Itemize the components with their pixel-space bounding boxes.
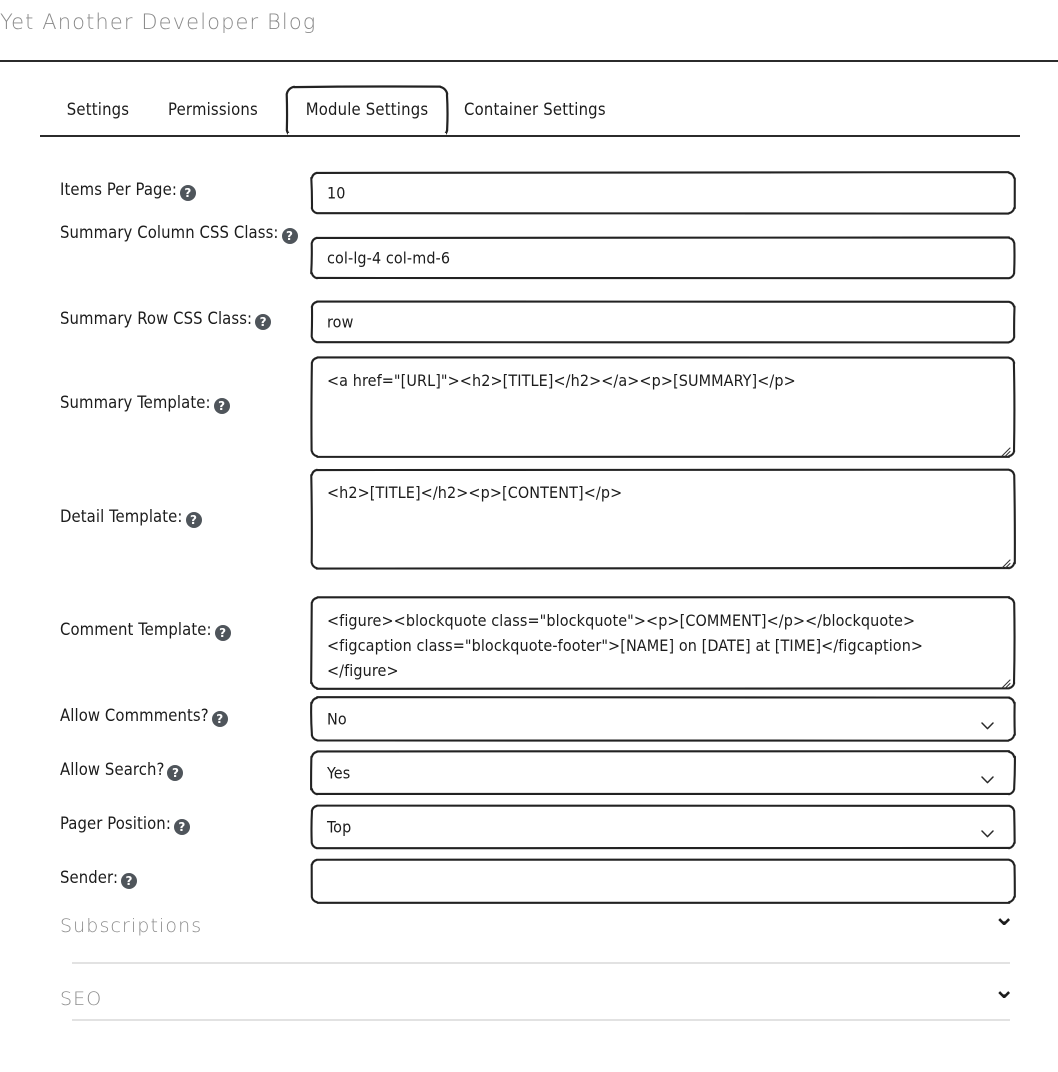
tab-bar: Settings Permissions Module Settings Contai…	[40, 85, 1020, 141]
accordion-title: SEO	[60, 988, 103, 1010]
help-icon[interactable]: ?	[214, 625, 231, 641]
field-label-summary-template: Summary Template:?	[60, 389, 300, 417]
input-summary-column-css-class[interactable]: col-lg-4 col-md-6	[310, 236, 1016, 280]
accordion-divider	[72, 1019, 1010, 1021]
chevron-down-icon[interactable]	[981, 715, 994, 730]
textarea-detail-template[interactable]: <h2>[TITLE]</h2><p>[CONTENT]</p>	[310, 468, 1016, 570]
help-icon[interactable]: ?	[173, 819, 190, 835]
field-label-allow-search: Allow Search??	[60, 756, 300, 784]
field-label-text: Detail Template:	[60, 507, 183, 526]
field-label-text: Summary Row CSS Class:	[60, 309, 253, 328]
textarea-comment-template[interactable]: <figure><blockquote class="blockquote"><…	[310, 596, 1016, 690]
header-divider	[0, 60, 1058, 62]
field-label-pager-position: Pager Position:?	[60, 810, 300, 838]
accordion-header-subscriptions[interactable]: Subscriptions ⌄	[60, 904, 1015, 949]
sketch-border	[310, 858, 1016, 904]
help-icon[interactable]: ?	[281, 228, 298, 244]
chevron-down-icon[interactable]: ⌄	[993, 977, 1015, 1003]
chevron-down-icon[interactable]	[981, 769, 994, 784]
field-value: No	[327, 709, 347, 729]
field-label-text: Summary Template:	[60, 393, 211, 412]
tab-label: Module Settings	[305, 100, 429, 119]
field-label-text: Sender:	[60, 868, 119, 887]
help-icon[interactable]: ?	[179, 185, 196, 201]
field-label-text: Comment Template:	[60, 620, 212, 639]
tab-label: Permissions	[168, 100, 258, 119]
field-value: <h2>[TITLE]</h2><p>[CONTENT]</p>	[327, 483, 623, 502]
field-label-items-per-page: Items Per Page:?	[60, 176, 300, 204]
help-icon[interactable]: ?	[185, 512, 202, 528]
accordion-title: Subscriptions	[60, 915, 203, 937]
tab-label: Settings	[66, 100, 130, 119]
textarea-summary-template[interactable]: <a href="[URL]"><h2>[TITLE]</h2></a><p>[…	[310, 356, 1016, 458]
select-pager-position[interactable]: Top	[310, 804, 1016, 850]
select-allow-search[interactable]: Yes	[310, 750, 1016, 796]
page-root: Yet Another Developer Blog Settings Permi…	[0, 0, 1058, 1072]
accordion-header-seo[interactable]: SEO ⌄	[60, 977, 1015, 1022]
select-allow-commments[interactable]: No	[310, 696, 1016, 742]
field-label-summary-column-css-class: Summary Column CSS Class:?	[60, 219, 300, 247]
accordion-divider	[72, 962, 1010, 964]
field-label-text: Items Per Page:	[60, 180, 177, 199]
field-label-comment-template: Comment Template:?	[60, 616, 300, 644]
tab-container-settings[interactable]: Container Settings	[450, 85, 610, 135]
resize-grip-icon[interactable]	[999, 554, 1011, 569]
tab-settings[interactable]: Settings	[52, 85, 144, 135]
field-label-text: Pager Position:	[60, 814, 171, 833]
tab-permissions[interactable]: Permissions	[153, 85, 273, 135]
help-icon[interactable]: ?	[211, 711, 228, 727]
field-value: 10	[327, 183, 346, 203]
tab-label: Container Settings	[464, 100, 606, 119]
input-summary-row-css-class[interactable]: row	[310, 300, 1016, 344]
input-sender[interactable]	[310, 858, 1016, 904]
field-value: col-lg-4 col-md-6	[327, 248, 451, 268]
field-label-sender: Sender:?	[60, 864, 300, 892]
field-label-summary-row-css-class: Summary Row CSS Class:?	[60, 305, 300, 333]
field-label-text: Allow Search?	[60, 760, 165, 779]
chevron-down-icon[interactable]: ⌄	[993, 904, 1015, 930]
field-label-allow-commments: Allow Commments??	[60, 702, 300, 730]
field-label-text: Allow Commments?	[60, 706, 209, 725]
page-title: Yet Another Developer Blog	[0, 10, 317, 34]
help-icon[interactable]: ?	[213, 398, 230, 414]
field-label-text: Summary Column CSS Class:	[60, 223, 279, 242]
field-value: row	[327, 312, 354, 332]
field-value: <figure><blockquote class="blockquote"><…	[327, 611, 924, 680]
help-icon[interactable]: ?	[121, 873, 138, 889]
field-value: Top	[327, 817, 352, 837]
chevron-down-icon[interactable]	[981, 823, 994, 838]
field-label-detail-template: Detail Template:?	[60, 503, 300, 531]
tab-bar-underline	[40, 135, 1020, 137]
field-value: <a href="[URL]"><h2>[TITLE]</h2></a><p>[…	[327, 371, 796, 390]
help-icon[interactable]: ?	[255, 314, 272, 330]
resize-grip-icon[interactable]	[999, 674, 1011, 689]
resize-grip-icon[interactable]	[999, 442, 1011, 457]
help-icon[interactable]: ?	[167, 765, 184, 781]
tab-module-settings[interactable]: Module Settings	[285, 85, 449, 141]
field-value: Yes	[327, 763, 351, 783]
input-items-per-page[interactable]: 10	[310, 171, 1016, 215]
